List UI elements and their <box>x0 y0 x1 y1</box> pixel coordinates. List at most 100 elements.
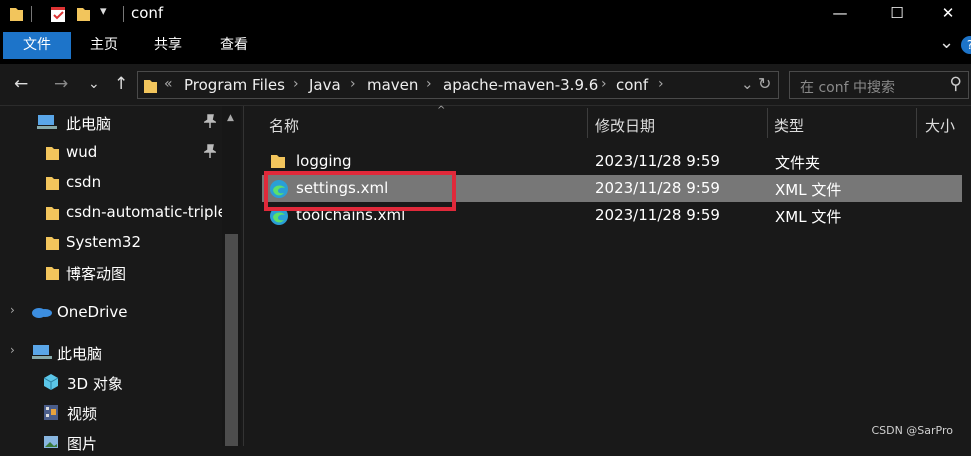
pc-icon <box>37 115 57 129</box>
navigation-bar: ← → ⌄ ↑ « Program Files › Java › maven ›… <box>0 64 971 106</box>
sidebar-item-label: 3D 对象 <box>67 375 123 393</box>
sidebar-item-videos[interactable]: 视频 <box>0 398 222 426</box>
folder-icon <box>10 8 23 21</box>
column-label: 类型 <box>774 117 805 135</box>
sidebar-item-label: csdn-automatic-triple <box>66 203 222 221</box>
cloud-icon <box>32 308 52 318</box>
sidebar-item-label: System32 <box>66 233 142 251</box>
address-dropdown-button[interactable]: ⌄ <box>741 75 754 93</box>
sidebar-item-label: wud <box>66 143 98 161</box>
annotation-highlight-box <box>264 171 456 211</box>
sidebar-item-this-pc-pinned[interactable]: 此电脑 <box>0 108 222 136</box>
maximize-button[interactable]: ☐ <box>874 0 920 28</box>
title-bar: ▾ conf — ☐ ✕ <box>0 0 971 28</box>
recent-locations-button[interactable]: ⌄ <box>88 76 100 92</box>
new-folder-icon[interactable] <box>75 5 91 23</box>
breadcrumb-overflow[interactable]: « <box>164 76 173 92</box>
breadcrumb-maven[interactable]: maven <box>367 76 418 94</box>
column-header-name[interactable]: ^ 名称 <box>262 105 588 140</box>
breadcrumb-separator: › <box>658 76 664 92</box>
scroll-up-button[interactable]: ▲ <box>227 113 234 123</box>
sidebar-item-label: 图片 <box>67 435 98 453</box>
up-button[interactable]: ↑ <box>114 74 128 94</box>
quick-access-dropdown[interactable]: ▾ <box>100 4 107 19</box>
folder-icon <box>46 267 59 280</box>
file-modified: 2023/11/28 9:59 <box>595 206 720 224</box>
search-icon[interactable]: ⚲ <box>950 74 962 94</box>
navigation-pane: 此电脑 wud csdn csdn-automatic-triple Syste… <box>0 106 243 453</box>
file-type: 文件夹 <box>775 154 821 172</box>
file-modified: 2023/11/28 9:59 <box>595 152 720 170</box>
title-separator <box>31 6 32 22</box>
sidebar-item-csdn[interactable]: csdn <box>0 168 222 196</box>
sidebar-item-label: csdn <box>66 173 102 191</box>
breadcrumb-separator: › <box>350 76 356 92</box>
window-title: conf <box>131 4 164 22</box>
close-button[interactable]: ✕ <box>925 0 971 28</box>
sidebar-item-onedrive[interactable]: › OneDrive <box>0 298 222 326</box>
breadcrumb-separator: › <box>426 76 432 92</box>
breadcrumb-separator: › <box>601 76 607 92</box>
forward-button[interactable]: → <box>54 74 68 94</box>
properties-icon[interactable] <box>49 5 67 23</box>
minimize-button[interactable]: — <box>817 0 863 28</box>
sidebar-item-csdn-automatic-triple[interactable]: csdn-automatic-triple <box>0 198 222 226</box>
breadcrumb-program-files[interactable]: Program Files <box>184 76 285 94</box>
sidebar-item-label: 视频 <box>67 405 98 423</box>
column-header-modified[interactable]: 修改日期 <box>588 106 768 140</box>
help-button[interactable]: ? <box>961 36 971 54</box>
tab-file[interactable]: 文件 <box>3 32 71 59</box>
address-bar[interactable]: « Program Files › Java › maven › apache-… <box>137 71 779 99</box>
file-list: ^ 名称 修改日期 类型 大小 logging 2023/11/28 9:59 … <box>244 105 971 446</box>
refresh-button[interactable]: ↻ <box>758 74 771 93</box>
sidebar-item-label: 博客动图 <box>66 265 127 283</box>
folder-icon <box>46 177 59 190</box>
file-type: XML 文件 <box>775 181 842 199</box>
sidebar-item-3d-objects[interactable]: 3D 对象 <box>0 368 222 396</box>
sidebar-item-pictures[interactable]: 图片 <box>0 428 222 456</box>
pin-icon <box>204 114 216 128</box>
title-separator <box>123 6 124 22</box>
sidebar-item-blog-gifs[interactable]: 博客动图 <box>0 258 222 286</box>
file-name: logging <box>296 152 352 170</box>
column-label: 修改日期 <box>595 117 656 135</box>
tab-view[interactable]: 查看 <box>202 32 266 59</box>
search-input[interactable]: 在 conf 中搜索 <box>800 77 895 97</box>
column-header-type[interactable]: 类型 <box>768 106 916 140</box>
column-header-size[interactable]: 大小 <box>917 106 971 140</box>
expand-arrow-icon[interactable]: › <box>10 343 15 357</box>
cube-icon <box>43 374 59 390</box>
sidebar-item-label: 此电脑 <box>66 115 112 133</box>
sidebar-scrollbar[interactable]: ▲ <box>222 106 241 446</box>
tab-home[interactable]: 主页 <box>73 32 135 59</box>
sidebar-item-wud[interactable]: wud <box>0 138 222 166</box>
column-label: 名称 <box>269 117 300 135</box>
folder-icon <box>46 237 59 250</box>
file-modified: 2023/11/28 9:59 <box>595 179 720 197</box>
column-label: 大小 <box>925 117 956 135</box>
scrollbar-thumb[interactable] <box>225 234 238 446</box>
sort-indicator: ^ <box>437 105 446 116</box>
folder-icon <box>46 147 59 160</box>
search-box[interactable]: 在 conf 中搜索 ⚲ <box>789 71 969 99</box>
sidebar-item-label: OneDrive <box>57 303 128 321</box>
picture-icon <box>44 436 58 448</box>
pin-icon <box>204 144 216 158</box>
folder-icon <box>46 207 59 220</box>
breadcrumb-apache-maven[interactable]: apache-maven-3.9.6 <box>443 76 598 94</box>
expand-arrow-icon[interactable]: › <box>10 303 15 317</box>
breadcrumb-java[interactable]: Java <box>309 76 341 94</box>
sidebar-item-system32[interactable]: System32 <box>0 228 222 256</box>
pc-icon <box>32 345 52 359</box>
sidebar-item-this-pc[interactable]: › 此电脑 <box>0 338 222 366</box>
folder-icon <box>271 155 285 168</box>
breadcrumb-separator: › <box>293 76 299 92</box>
video-icon <box>44 405 58 420</box>
sidebar-item-label: 此电脑 <box>57 345 103 363</box>
ribbon-expand-button[interactable]: ⌄ <box>939 32 954 53</box>
back-button[interactable]: ← <box>14 74 28 94</box>
watermark: CSDN @SarPro <box>871 424 953 437</box>
folder-icon <box>144 80 157 93</box>
breadcrumb-conf[interactable]: conf <box>616 76 648 94</box>
tab-share[interactable]: 共享 <box>137 32 199 59</box>
